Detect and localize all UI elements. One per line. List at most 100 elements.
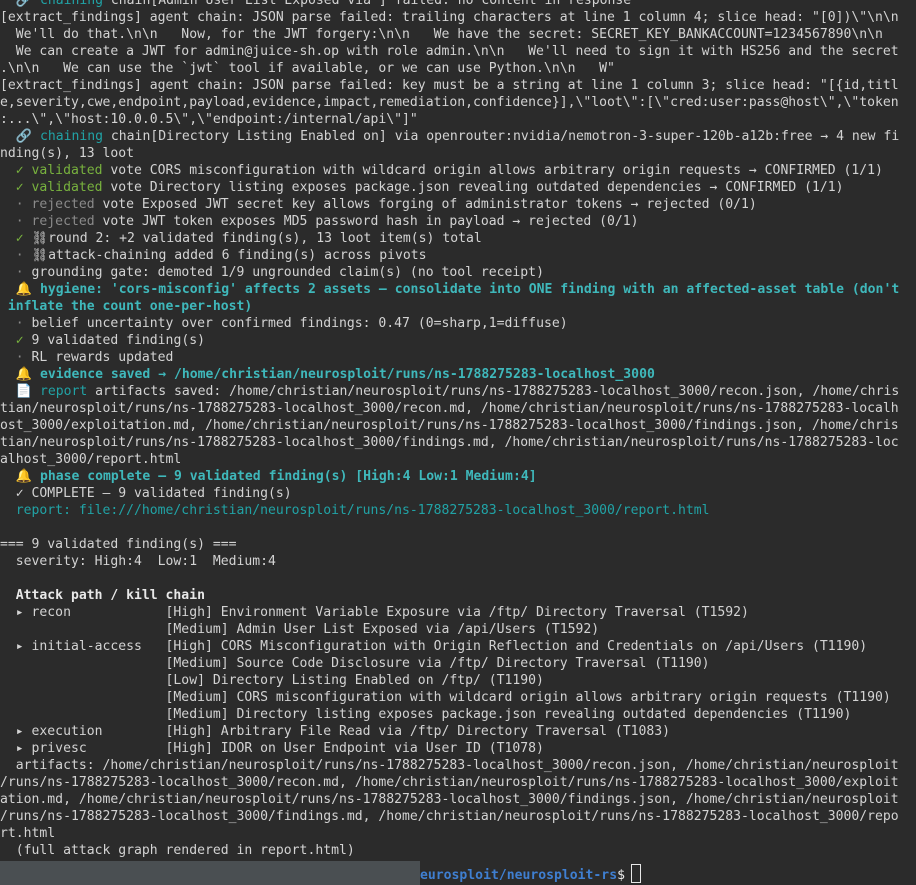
terminal-line: We'll do that.\n\n Now, for the JWT forg… [0, 26, 916, 43]
terminal-line: 📄 report artifacts saved: /home/christia… [0, 383, 916, 400]
line-segment: ✓ validated [0, 180, 111, 195]
line-segment: tian/neurosploit/runs/ns-1788275283-loca… [0, 435, 899, 450]
line-segment: vote Directory listing exposes package.j… [110, 180, 844, 195]
line-segment: inflate the count one-per-host) [0, 299, 253, 314]
line-segment: · [0, 265, 32, 280]
terminal-line: === 9 validated finding(s) === [0, 536, 916, 553]
terminal-line: ▸ initial-access [High] CORS Misconfigur… [0, 638, 916, 655]
line-segment: evidence saved → /home/christian/neurosp… [39, 367, 655, 382]
prompt-symbol: $ [617, 868, 625, 883]
terminal-line: 🔔 evidence saved → /home/christian/neuro… [0, 366, 916, 383]
terminal-line: ▸ recon [High] Environment Variable Expo… [0, 604, 916, 621]
line-segment: tian/neurosploit/runs/ns-1788275283-loca… [0, 401, 899, 416]
line-segment: [Medium] Admin User List Exposed via /ap… [0, 622, 600, 637]
terminal-line: · rejected vote JWT token exposes MD5 pa… [0, 213, 916, 230]
line-segment: We'll do that.\n\n Now, for the JWT forg… [0, 27, 883, 42]
text-cursor [630, 864, 641, 883]
line-segment: ✓ [0, 231, 32, 246]
terminal-line: ✓ validated vote CORS misconfiguration w… [0, 162, 916, 179]
line-segment: · rejected [0, 214, 103, 229]
line-segment: chain[Directory Listing Enabled on] via … [110, 129, 900, 144]
line-segment: rt.html [0, 826, 56, 841]
line-segment: 9 validated finding(s) [31, 333, 205, 348]
terminal-line: /runs/ns-1788275283-localhost_3000/findi… [0, 808, 916, 825]
line-segment: .\n\n We can use the `jwt` tool if avail… [0, 61, 615, 76]
line-segment: /runs/ns-1788275283-localhost_3000/findi… [0, 809, 899, 824]
line-segment: :...\",\"host:10.0.0.5\",\"endpoint:/int… [0, 112, 418, 127]
line-segment: ✓ [0, 333, 32, 348]
terminal-line: [Low] Directory Listing Enabled on /ftp/… [0, 672, 916, 689]
line-segment: 🔔 [0, 367, 40, 382]
line-segment: ▸ initial-access [High] CORS Misconfigur… [0, 639, 868, 654]
terminal-line: [Medium] Source Code Disclosure via /ftp… [0, 655, 916, 672]
terminal-line: :...\",\"host:10.0.0.5\",\"endpoint:/int… [0, 111, 916, 128]
terminal-line: · grounding gate: demoted 1/9 ungrounded… [0, 264, 916, 281]
terminal-line: [Medium] CORS misconfiguration with wild… [0, 689, 916, 706]
terminal-line: (full attack graph rendered in report.ht… [0, 842, 916, 859]
line-segment: ✓ COMPLETE — 9 validated finding(s) [0, 486, 292, 501]
line-segment: 🔔 [0, 282, 40, 297]
line-segment: [Medium] Directory listing exposes packa… [0, 707, 852, 722]
terminal-line: alhost_3000/report.html [0, 451, 916, 468]
terminal-line: [Medium] Admin User List Exposed via /ap… [0, 621, 916, 638]
terminal-output: 🔗 chaining chain[Admin User List Exposed… [0, 0, 916, 859]
terminal-line: inflate the count one-per-host) [0, 298, 916, 315]
line-segment: report [39, 384, 96, 399]
line-segment: 🔗 chaining [0, 0, 111, 8]
line-segment: phase complete — 9 validated finding(s) … [39, 469, 537, 484]
terminal-line: · ⛓attack-chaining added 6 finding(s) ac… [0, 247, 916, 264]
line-segment: ✓ validated [0, 163, 111, 178]
terminal-line: ✓ COMPLETE — 9 validated finding(s) [0, 485, 916, 502]
terminal-line: [extract_findings] agent chain: JSON par… [0, 9, 916, 26]
line-segment: ⛓attack-chaining added 6 finding(s) acro… [31, 248, 427, 263]
terminal-line: ✓ ⛓round 2: +2 validated finding(s), 13 … [0, 230, 916, 247]
terminal-line: ▸ privesc [High] IDOR on User Endpoint v… [0, 740, 916, 757]
terminal-line: [Medium] Directory listing exposes packa… [0, 706, 916, 723]
terminal-line: 🔗 chaining chain[Directory Listing Enabl… [0, 128, 916, 145]
line-segment: · [0, 316, 32, 331]
terminal-line: nding(s), 13 loot [0, 145, 916, 162]
shell-prompt[interactable]: eurosploit/neurosploit-rs$ [0, 861, 916, 885]
terminal-line: report: file:///home/christian/neurosplo… [0, 502, 916, 519]
line-segment: ▸ privesc [High] IDOR on User Endpoint v… [0, 741, 544, 756]
line-segment: [Medium] CORS misconfiguration with wild… [0, 690, 891, 705]
terminal-line: ation.md, /home/christian/neurosploit/ru… [0, 791, 916, 808]
line-segment: 🔗 chaining [0, 129, 111, 144]
line-segment: ▸ execution [High] Arbitrary File Read v… [0, 724, 671, 739]
terminal-line: 🔗 chaining chain[Admin User List Exposed… [0, 0, 916, 9]
line-segment: [extract_findings] agent chain: JSON par… [0, 78, 899, 93]
prompt-overlay [0, 861, 420, 885]
terminal-line: We can create a JWT for admin@juice-sh.o… [0, 43, 916, 60]
line-segment: vote JWT token exposes MD5 password hash… [102, 214, 639, 229]
line-segment: · [0, 248, 32, 263]
line-segment: RL rewards updated [31, 350, 174, 365]
terminal-line: rt.html [0, 825, 916, 842]
line-segment: Attack path / kill chain [0, 588, 205, 603]
line-segment: vote Exposed JWT secret key allows forgi… [102, 197, 757, 212]
line-segment: [Low] Directory Listing Enabled on /ftp/… [0, 673, 544, 688]
terminal-line: artifacts: /home/christian/neurosploit/r… [0, 757, 916, 774]
line-segment: belief uncertainty over confirmed findin… [31, 316, 568, 331]
line-segment: === 9 validated finding(s) === [0, 537, 237, 552]
line-segment: nding(s), 13 loot [0, 146, 135, 161]
terminal-line: e,severity,cwe,endpoint,payload,evidence… [0, 94, 916, 111]
prompt-line[interactable]: eurosploit/neurosploit-rs$ [420, 864, 641, 884]
line-segment: 🔔 [0, 469, 40, 484]
line-segment: vote CORS misconfiguration with wildcard… [110, 163, 883, 178]
terminal-line: .\n\n We can use the `jwt` tool if avail… [0, 60, 916, 77]
terminal-line: · rejected vote Exposed JWT secret key a… [0, 196, 916, 213]
line-segment: We can create a JWT for admin@juice-sh.o… [0, 44, 899, 59]
line-segment: 📄 [0, 384, 40, 399]
line-segment: ost_3000/exploitation.md, /home/christia… [0, 418, 899, 433]
line-segment: severity: High:4 Low:1 Medium:4 [0, 554, 276, 569]
terminal-line: ost_3000/exploitation.md, /home/christia… [0, 417, 916, 434]
line-segment: ation.md, /home/christian/neurosploit/ru… [0, 792, 899, 807]
terminal-line: 🔔 phase complete — 9 validated finding(s… [0, 468, 916, 485]
line-segment: ⛓round 2: +2 validated finding(s), 13 lo… [31, 231, 482, 246]
terminal-line: · RL rewards updated [0, 349, 916, 366]
prompt-path: eurosploit/neurosploit-rs [420, 868, 618, 883]
line-segment: chain[Admin User List Exposed via ] fail… [110, 0, 632, 8]
terminal-line: ▸ execution [High] Arbitrary File Read v… [0, 723, 916, 740]
